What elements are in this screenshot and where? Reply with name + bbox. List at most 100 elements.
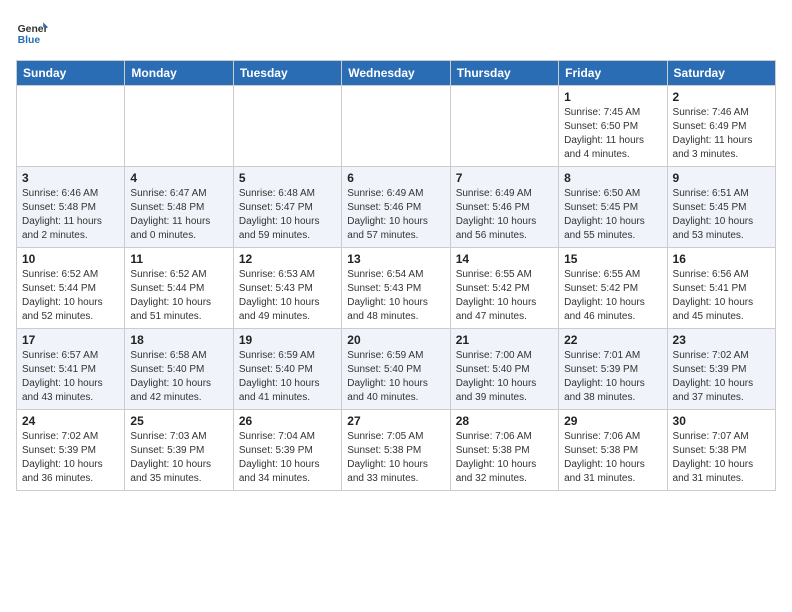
day-info: Sunrise: 7:01 AM Sunset: 5:39 PM Dayligh… <box>564 349 661 405</box>
page-header: General Blue <box>16 16 776 48</box>
day-number: 30 <box>673 414 770 428</box>
calendar-cell: 15 Sunrise: 6:55 AM Sunset: 5:42 PM Dayli… <box>559 248 667 329</box>
weekday-header: Monday <box>125 61 233 86</box>
calendar-cell: 26 Sunrise: 7:04 AM Sunset: 5:39 PM Dayli… <box>233 410 341 491</box>
day-number: 14 <box>456 252 553 266</box>
calendar-cell: 11 Sunrise: 6:52 AM Sunset: 5:44 PM Dayli… <box>125 248 233 329</box>
calendar-cell <box>342 86 450 167</box>
day-info: Sunrise: 6:56 AM Sunset: 5:41 PM Dayligh… <box>673 268 770 324</box>
calendar-week-row: 1 Sunrise: 7:45 AM Sunset: 6:50 PM Daylig… <box>17 86 776 167</box>
calendar-cell <box>450 86 558 167</box>
day-number: 7 <box>456 171 553 185</box>
calendar-cell: 9Sunrise: 6:51 AM Sunset: 5:45 PM Daylig… <box>667 167 775 248</box>
day-number: 10 <box>22 252 119 266</box>
calendar-cell: 17 Sunrise: 6:57 AM Sunset: 5:41 PM Dayli… <box>17 329 125 410</box>
calendar-week-row: 3 Sunrise: 6:46 AM Sunset: 5:48 PM Daylig… <box>17 167 776 248</box>
calendar-week-row: 17 Sunrise: 6:57 AM Sunset: 5:41 PM Dayli… <box>17 329 776 410</box>
calendar-cell: 21 Sunrise: 7:00 AM Sunset: 5:40 PM Dayli… <box>450 329 558 410</box>
day-info: Sunrise: 7:45 AM Sunset: 6:50 PM Dayligh… <box>564 106 661 162</box>
day-number: 9 <box>673 171 770 185</box>
calendar-cell <box>233 86 341 167</box>
weekday-header-row: SundayMondayTuesdayWednesdayThursdayFrid… <box>17 61 776 86</box>
day-number: 26 <box>239 414 336 428</box>
day-info: Sunrise: 6:46 AM Sunset: 5:48 PM Dayligh… <box>22 187 119 243</box>
calendar-cell: 29 Sunrise: 7:06 AM Sunset: 5:38 PM Dayli… <box>559 410 667 491</box>
calendar-cell: 2 Sunrise: 7:46 AM Sunset: 6:49 PM Daylig… <box>667 86 775 167</box>
day-info: Sunrise: 6:53 AM Sunset: 5:43 PM Dayligh… <box>239 268 336 324</box>
day-info: Sunrise: 6:49 AM Sunset: 5:46 PM Dayligh… <box>347 187 444 243</box>
day-number: 2 <box>673 90 770 104</box>
day-info: Sunrise: 7:02 AM Sunset: 5:39 PM Dayligh… <box>673 349 770 405</box>
day-info: Sunrise: 7:06 AM Sunset: 5:38 PM Dayligh… <box>564 430 661 486</box>
day-info: Sunrise: 6:52 AM Sunset: 5:44 PM Dayligh… <box>22 268 119 324</box>
calendar-cell: 30 Sunrise: 7:07 AM Sunset: 5:38 PM Dayli… <box>667 410 775 491</box>
weekday-header: Tuesday <box>233 61 341 86</box>
calendar-cell: 14 Sunrise: 6:55 AM Sunset: 5:42 PM Dayli… <box>450 248 558 329</box>
day-number: 13 <box>347 252 444 266</box>
day-info: Sunrise: 7:06 AM Sunset: 5:38 PM Dayligh… <box>456 430 553 486</box>
day-number: 16 <box>673 252 770 266</box>
day-number: 22 <box>564 333 661 347</box>
day-number: 5 <box>239 171 336 185</box>
day-number: 25 <box>130 414 227 428</box>
day-number: 18 <box>130 333 227 347</box>
day-info: Sunrise: 6:55 AM Sunset: 5:42 PM Dayligh… <box>456 268 553 324</box>
calendar-cell <box>125 86 233 167</box>
calendar-cell: 23 Sunrise: 7:02 AM Sunset: 5:39 PM Dayli… <box>667 329 775 410</box>
calendar-week-row: 10 Sunrise: 6:52 AM Sunset: 5:44 PM Dayli… <box>17 248 776 329</box>
day-info: Sunrise: 7:05 AM Sunset: 5:38 PM Dayligh… <box>347 430 444 486</box>
day-info: Sunrise: 6:49 AM Sunset: 5:46 PM Dayligh… <box>456 187 553 243</box>
day-info: Sunrise: 6:50 AM Sunset: 5:45 PM Dayligh… <box>564 187 661 243</box>
calendar-cell: 24Sunrise: 7:02 AM Sunset: 5:39 PM Dayli… <box>17 410 125 491</box>
calendar-cell: 8 Sunrise: 6:50 AM Sunset: 5:45 PM Daylig… <box>559 167 667 248</box>
day-info: Sunrise: 6:57 AM Sunset: 5:41 PM Dayligh… <box>22 349 119 405</box>
calendar-cell: 25Sunrise: 7:03 AM Sunset: 5:39 PM Dayli… <box>125 410 233 491</box>
weekday-header: Friday <box>559 61 667 86</box>
day-info: Sunrise: 6:55 AM Sunset: 5:42 PM Dayligh… <box>564 268 661 324</box>
day-info: Sunrise: 6:48 AM Sunset: 5:47 PM Dayligh… <box>239 187 336 243</box>
day-number: 29 <box>564 414 661 428</box>
weekday-header: Sunday <box>17 61 125 86</box>
day-number: 6 <box>347 171 444 185</box>
day-info: Sunrise: 6:52 AM Sunset: 5:44 PM Dayligh… <box>130 268 227 324</box>
calendar-cell: 27 Sunrise: 7:05 AM Sunset: 5:38 PM Dayli… <box>342 410 450 491</box>
day-info: Sunrise: 7:07 AM Sunset: 5:38 PM Dayligh… <box>673 430 770 486</box>
calendar-cell: 18 Sunrise: 6:58 AM Sunset: 5:40 PM Dayli… <box>125 329 233 410</box>
calendar-week-row: 24Sunrise: 7:02 AM Sunset: 5:39 PM Dayli… <box>17 410 776 491</box>
weekday-header: Thursday <box>450 61 558 86</box>
calendar-cell: 7 Sunrise: 6:49 AM Sunset: 5:46 PM Daylig… <box>450 167 558 248</box>
day-number: 21 <box>456 333 553 347</box>
calendar-cell: 4Sunrise: 6:47 AM Sunset: 5:48 PM Daylig… <box>125 167 233 248</box>
day-number: 1 <box>564 90 661 104</box>
day-number: 15 <box>564 252 661 266</box>
day-info: Sunrise: 7:00 AM Sunset: 5:40 PM Dayligh… <box>456 349 553 405</box>
calendar-cell: 28 Sunrise: 7:06 AM Sunset: 5:38 PM Dayli… <box>450 410 558 491</box>
day-number: 3 <box>22 171 119 185</box>
calendar-cell: 6 Sunrise: 6:49 AM Sunset: 5:46 PM Daylig… <box>342 167 450 248</box>
day-number: 20 <box>347 333 444 347</box>
calendar-cell <box>17 86 125 167</box>
day-number: 28 <box>456 414 553 428</box>
day-number: 17 <box>22 333 119 347</box>
day-info: Sunrise: 7:46 AM Sunset: 6:49 PM Dayligh… <box>673 106 770 162</box>
logo-icon: General Blue <box>16 16 48 48</box>
calendar-table: SundayMondayTuesdayWednesdayThursdayFrid… <box>16 60 776 491</box>
day-number: 12 <box>239 252 336 266</box>
calendar-cell: 10 Sunrise: 6:52 AM Sunset: 5:44 PM Dayli… <box>17 248 125 329</box>
day-number: 4 <box>130 171 227 185</box>
calendar-cell: 16 Sunrise: 6:56 AM Sunset: 5:41 PM Dayli… <box>667 248 775 329</box>
day-info: Sunrise: 6:58 AM Sunset: 5:40 PM Dayligh… <box>130 349 227 405</box>
day-info: Sunrise: 6:59 AM Sunset: 5:40 PM Dayligh… <box>347 349 444 405</box>
calendar-cell: 22 Sunrise: 7:01 AM Sunset: 5:39 PM Dayli… <box>559 329 667 410</box>
calendar-cell: 13 Sunrise: 6:54 AM Sunset: 5:43 PM Dayli… <box>342 248 450 329</box>
day-info: Sunrise: 7:04 AM Sunset: 5:39 PM Dayligh… <box>239 430 336 486</box>
day-number: 11 <box>130 252 227 266</box>
day-number: 27 <box>347 414 444 428</box>
day-number: 23 <box>673 333 770 347</box>
calendar-cell: 5 Sunrise: 6:48 AM Sunset: 5:47 PM Daylig… <box>233 167 341 248</box>
day-info: Sunrise: 6:54 AM Sunset: 5:43 PM Dayligh… <box>347 268 444 324</box>
logo: General Blue <box>16 16 48 48</box>
day-info: Sunrise: 7:02 AM Sunset: 5:39 PM Dayligh… <box>22 430 119 486</box>
day-number: 8 <box>564 171 661 185</box>
calendar-cell: 3 Sunrise: 6:46 AM Sunset: 5:48 PM Daylig… <box>17 167 125 248</box>
